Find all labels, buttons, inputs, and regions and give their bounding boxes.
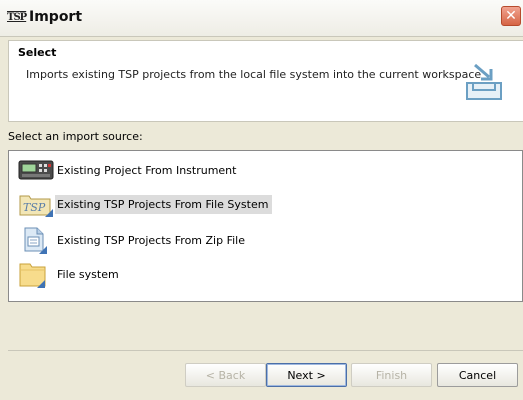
import-source-label: Select an import source: — [8, 130, 143, 143]
list-item-label: Existing TSP Projects From File System — [55, 194, 273, 214]
finish-button[interactable]: Finish — [351, 363, 432, 387]
close-icon: ✕ — [505, 8, 517, 24]
zip-file-icon — [17, 225, 55, 255]
import-source-list[interactable]: Existing Project From Instrument TSP Exi… — [8, 150, 523, 302]
import-banner-icon — [466, 63, 502, 100]
back-button[interactable]: < Back — [185, 363, 266, 387]
window-title: Import — [29, 9, 83, 25]
tsp-app-icon: TSP — [7, 12, 27, 23]
tsp-folder-icon: TSP — [17, 189, 55, 219]
svg-text:TSP: TSP — [23, 201, 46, 214]
next-button[interactable]: Next > — [266, 363, 347, 387]
page-title: Select — [18, 46, 57, 59]
list-item-existing-project-from-instrument[interactable]: Existing Project From Instrument — [17, 155, 240, 185]
title-bar: TSP Import ✕ — [0, 0, 523, 37]
list-item-existing-tsp-projects-from-file-system[interactable]: TSP Existing TSP Projects From File Syst… — [17, 189, 273, 219]
list-item-label: Existing Project From Instrument — [57, 163, 237, 177]
folder-icon — [17, 259, 55, 289]
wizard-header: Select Imports existing TSP projects fro… — [8, 40, 523, 122]
cancel-button[interactable]: Cancel — [437, 363, 518, 387]
page-description: Imports existing TSP projects from the l… — [26, 68, 482, 81]
instrument-icon — [17, 155, 55, 185]
import-dialog: TSP Import ✕ Select Imports existing TSP… — [0, 0, 523, 400]
list-item-file-system[interactable]: File system — [17, 259, 123, 289]
list-item-existing-tsp-projects-from-zip-file[interactable]: Existing TSP Projects From Zip File — [17, 225, 249, 255]
list-item-label: File system — [57, 267, 119, 281]
list-item-label: Existing TSP Projects From Zip File — [57, 233, 245, 247]
close-button[interactable]: ✕ — [501, 6, 521, 26]
